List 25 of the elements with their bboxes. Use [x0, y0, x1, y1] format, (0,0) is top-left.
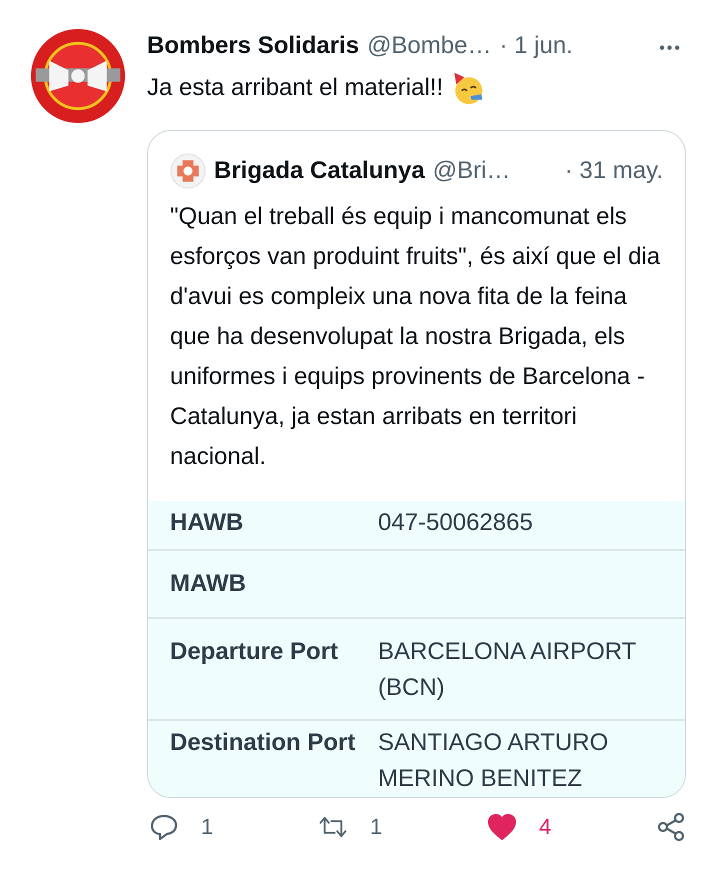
retweet-count: 1	[370, 814, 382, 840]
heart-icon[interactable]	[487, 812, 517, 842]
tweet-text: Ja esta arribant el material!!	[147, 74, 444, 102]
document-value: SANTIAGO ARTURO MERINO BENITEZ	[378, 728, 610, 794]
quoted-tweet[interactable]	[147, 130, 686, 798]
share-icon[interactable]	[656, 812, 686, 842]
quoted-author-name: Brigada Catalunya	[214, 157, 425, 185]
document-label: MAWB	[170, 569, 247, 599]
author-name[interactable]: Bombers Solidaris	[147, 32, 360, 60]
quoted-tweet-text: "Quan el treball és equip i mancomunat els esforços van produint fruits", és així que el dia d'avui es compleix una nova fita de la feina que ha desenvolupat la nostra Brigada, els uniformes i equips provinents de Barcelona - Catalunya, ja estan arribats en territori nacional.	[170, 202, 662, 472]
logo-icon	[170, 153, 206, 189]
document-value: BARCELONA AIRPORT (BCN)	[378, 637, 637, 703]
like-count: 4	[539, 814, 552, 840]
author-handle[interactable]: @Bombe…	[367, 32, 492, 60]
document-label: HAWB	[170, 508, 244, 538]
avatar-icon	[30, 28, 126, 124]
reply-count: 1	[201, 814, 214, 840]
document-label: Departure Port	[170, 637, 340, 667]
quoted-author-handle: @Bri…	[432, 157, 510, 185]
more-button[interactable]: •••	[659, 40, 686, 58]
document-value: 047-50062865	[378, 508, 534, 538]
document-label: Destination Port	[170, 728, 356, 758]
tweet-time[interactable]: · 1 jun.	[499, 32, 573, 60]
quoted-tweet-time: · 31 may.	[564, 157, 663, 185]
reply-icon[interactable]	[149, 812, 179, 842]
